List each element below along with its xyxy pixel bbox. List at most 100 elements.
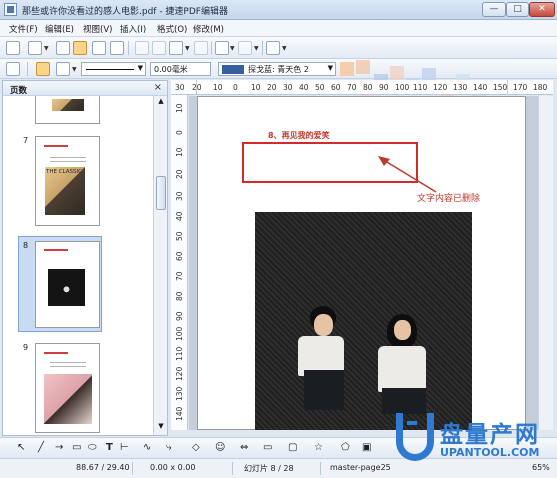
chevron-down-icon[interactable]: ▼: [282, 45, 287, 52]
format-brush-icon[interactable]: [194, 41, 208, 55]
line-style-select[interactable]: ▼: [81, 62, 146, 76]
slide-canvas[interactable]: 8、再见我的爱笑: [189, 96, 538, 430]
gallery-icon[interactable]: ▣: [362, 442, 371, 453]
chevron-down-icon[interactable]: ▼: [185, 45, 190, 52]
u-logo-icon: [396, 413, 434, 461]
slide-photo: [48, 269, 85, 306]
block-arrows-icon[interactable]: ⇔: [240, 442, 248, 453]
arrow-line-icon[interactable]: →: [55, 442, 63, 453]
menu-insert[interactable]: 插入(I): [120, 23, 146, 35]
chevron-down-icon: ▼: [327, 64, 333, 72]
slide-thumbnail-8[interactable]: [35, 241, 100, 328]
ruler-tick: 40: [175, 211, 184, 221]
curve-icon[interactable]: ∿: [143, 442, 151, 453]
slide-number: 8: [23, 241, 29, 250]
grid-icon[interactable]: [6, 62, 20, 76]
chevron-down-icon[interactable]: ▼: [72, 66, 77, 73]
ruler-tick: 20: [175, 169, 184, 179]
ruler-tick: 140: [175, 406, 184, 421]
app-icon: [4, 3, 17, 16]
undo-icon[interactable]: [215, 41, 229, 55]
slide-heading-mark: [44, 352, 68, 354]
ruler-tick: 40: [299, 83, 309, 92]
slide-page[interactable]: 8、再见我的爱笑: [197, 96, 526, 430]
slide-heading[interactable]: 8、再见我的爱笑: [268, 130, 330, 141]
ruler-tick: 130: [175, 386, 184, 401]
menu-format[interactable]: 格式(O): [157, 23, 187, 35]
text-tool-icon[interactable]: T: [106, 442, 113, 453]
select-arrow-icon[interactable]: ↖: [17, 442, 25, 453]
menu-file[interactable]: 文件(F): [9, 23, 38, 35]
callouts-icon[interactable]: ▢: [288, 442, 297, 453]
rectangle-icon[interactable]: ▭: [72, 442, 81, 453]
photo-caption: THE CLASSIC: [46, 169, 82, 175]
scrollbar-thumb[interactable]: [156, 176, 166, 210]
slide-thumbnail-9[interactable]: [35, 343, 100, 433]
object-size: 0.00 x 0.00: [150, 463, 196, 472]
panel-scrollbar[interactable]: ▲ ▼: [153, 96, 167, 435]
status-separator: [232, 462, 233, 475]
copy-icon[interactable]: [152, 41, 166, 55]
text-line: [50, 366, 86, 367]
slide-thumbnail-7[interactable]: THE CLASSIC: [35, 136, 100, 226]
flowchart-icon[interactable]: ▭: [263, 442, 272, 453]
slide-number: 9: [23, 343, 29, 352]
print-icon[interactable]: [110, 41, 124, 55]
horizontal-ruler: 30 20 10 0 10 20 30 40 50 60 70 80 90 10…: [171, 80, 553, 95]
cut-icon[interactable]: [135, 41, 149, 55]
minimize-button[interactable]: —: [482, 2, 506, 17]
ruler-tick: 0: [233, 83, 238, 92]
panel-header: 页数 ×: [3, 81, 167, 96]
line-style-icon[interactable]: [36, 62, 50, 76]
chevron-down-icon[interactable]: ▼: [44, 45, 49, 52]
ruler-tick: 60: [175, 251, 184, 261]
ruler-tick: 50: [315, 83, 325, 92]
chevron-down-icon[interactable]: ▼: [230, 45, 235, 52]
zoom-icon[interactable]: [266, 41, 280, 55]
edit-file-icon[interactable]: [73, 41, 87, 55]
connector-icon[interactable]: ⤷: [166, 442, 172, 453]
chevron-down-icon: ▼: [137, 64, 143, 72]
ruler-tick: 20: [192, 83, 202, 92]
line-color-select[interactable]: 探戈蓝: 青天色 2 ▼: [218, 62, 336, 76]
slide-heading-mark: [44, 249, 68, 251]
ruler-tick: 30: [175, 83, 185, 92]
ruler-tick: 110: [413, 83, 428, 92]
basic-shapes-icon[interactable]: ◇: [192, 442, 200, 453]
ruler-tick: 60: [331, 83, 341, 92]
slide-thumbnail-6[interactable]: [35, 96, 100, 124]
fit-text-icon[interactable]: ⊢: [120, 442, 129, 453]
arrow-style-icon[interactable]: [56, 62, 70, 76]
slide-photo[interactable]: [255, 212, 472, 430]
line-tool-icon[interactable]: ╱: [38, 442, 44, 453]
maximize-button[interactable]: □: [506, 2, 529, 17]
new-document-icon[interactable]: [6, 41, 20, 55]
chevron-down-icon[interactable]: ▼: [254, 45, 259, 52]
ruler-tick: 10: [213, 83, 223, 92]
ruler-tick: 10: [251, 83, 261, 92]
stars-icon[interactable]: ☆: [314, 442, 323, 453]
line-preview: [86, 69, 134, 70]
site-watermark: 盘量产网 UPANTOOL.COM: [396, 413, 554, 465]
save-icon[interactable]: [56, 41, 70, 55]
canvas-scrollbar[interactable]: [538, 96, 553, 430]
line-color-label: 探戈蓝: 青天色 2: [248, 65, 309, 74]
close-icon[interactable]: ×: [154, 82, 162, 93]
polygon-icon[interactable]: ⬠: [341, 442, 350, 453]
line-width-field[interactable]: 0.00毫米: [150, 62, 211, 76]
slide-heading-mark: [44, 145, 68, 147]
menu-edit[interactable]: 编辑(E): [45, 23, 74, 35]
scroll-down-icon[interactable]: ▼: [155, 422, 167, 434]
ruler-tick: 90: [175, 311, 184, 321]
menu-view[interactable]: 视图(V): [83, 23, 112, 35]
menu-modify[interactable]: 修改(M): [193, 23, 224, 35]
toolbar-separator: [211, 41, 212, 55]
symbol-shapes-icon[interactable]: ☺: [215, 442, 225, 453]
open-folder-icon[interactable]: [28, 41, 42, 55]
redo-icon[interactable]: [238, 41, 252, 55]
export-pdf-icon[interactable]: [92, 41, 106, 55]
close-button[interactable]: ✕: [529, 2, 555, 17]
ellipse-icon[interactable]: ⬭: [88, 442, 97, 453]
paste-icon[interactable]: [169, 41, 183, 55]
scroll-up-icon[interactable]: ▲: [155, 97, 167, 109]
